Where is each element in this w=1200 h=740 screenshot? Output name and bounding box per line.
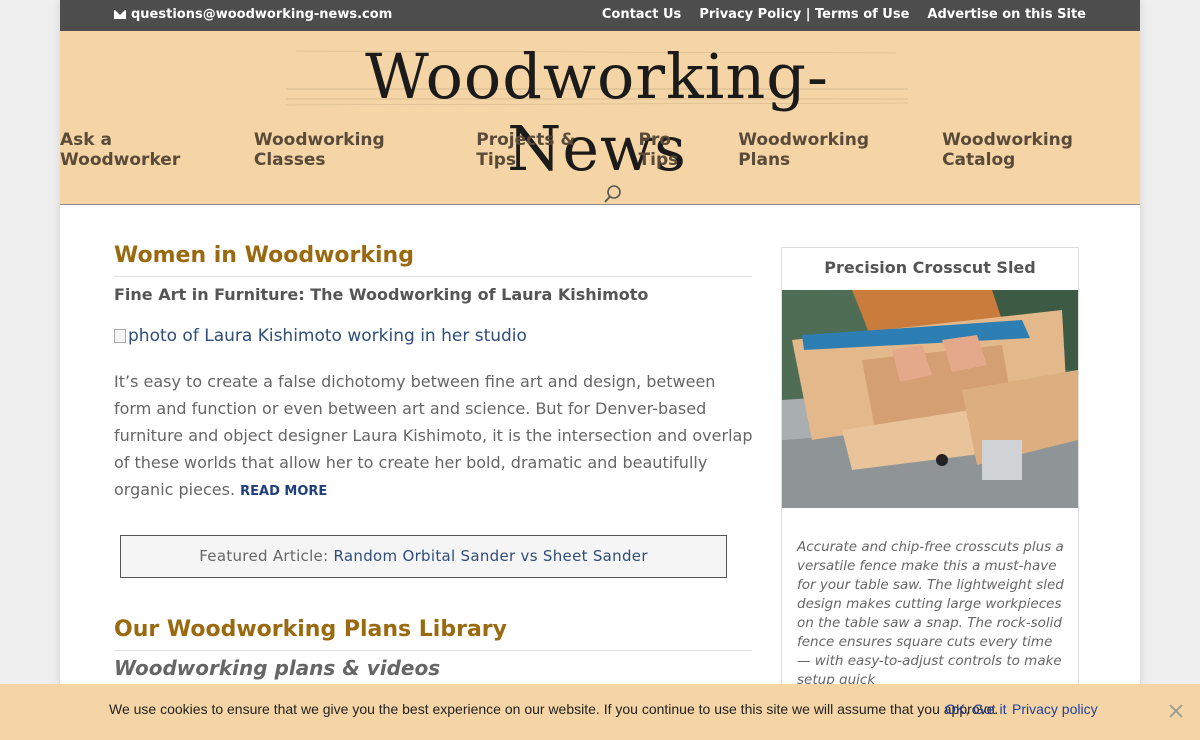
read-more-link[interactable]: READ MORE: [240, 484, 327, 499]
top-links: Contact Us Privacy Policy | Terms of Use…: [602, 7, 1086, 22]
mail-icon: [114, 10, 126, 19]
cookie-privacy-link[interactable]: Privacy policy: [1012, 701, 1098, 717]
plans-subtitle: Woodworking plans & videos: [114, 656, 441, 680]
article-excerpt: It’s easy to create a false dichotomy be…: [114, 368, 754, 505]
privacy-terms-link[interactable]: Privacy Policy | Terms of Use: [699, 7, 909, 22]
nav-projects-tips[interactable]: Projects & Tips: [476, 130, 612, 170]
broken-image-icon: [114, 329, 126, 343]
cookie-message: We use cookies to ensure that we give yo…: [109, 701, 999, 717]
cookie-accept-button[interactable]: OK, Got it: [945, 701, 1006, 717]
nav-pro-tips[interactable]: Pro Tips: [639, 130, 713, 170]
site-logo[interactable]: Woodworking-News: [286, 41, 908, 185]
close-icon[interactable]: [1167, 702, 1185, 720]
featured-article-box: Featured Article: Random Orbital Sander …: [120, 535, 727, 578]
cookie-banner: We use cookies to ensure that we give yo…: [0, 684, 1200, 740]
featured-prefix: Featured Article:: [199, 547, 329, 565]
plans-library-title[interactable]: Our Woodworking Plans Library: [114, 617, 752, 651]
contact-email[interactable]: questions@woodworking-news.com: [114, 7, 392, 22]
site-header: Woodworking-News Ask a Woodworker Woodwo…: [60, 31, 1140, 205]
widget-title[interactable]: Precision Crosscut Sled: [782, 258, 1078, 277]
contact-us-link[interactable]: Contact Us: [602, 7, 681, 22]
page-container: questions@woodworking-news.com Contact U…: [60, 0, 1140, 740]
article-image-link[interactable]: photo of Laura Kishimoto working in her …: [114, 326, 527, 346]
crosscut-sled-image[interactable]: [782, 290, 1078, 508]
image-alt-text[interactable]: photo of Laura Kishimoto working in her …: [128, 326, 527, 346]
nav-ask-a-woodworker[interactable]: Ask a Woodworker: [60, 130, 228, 170]
nav-woodworking-catalog[interactable]: Woodworking Catalog: [942, 130, 1140, 170]
nav-woodworking-plans[interactable]: Woodworking Plans: [738, 130, 916, 170]
crosscut-sled-illustration: [782, 290, 1078, 508]
article-title[interactable]: Fine Art in Furniture: The Woodworking o…: [114, 285, 648, 304]
top-bar: questions@woodworking-news.com Contact U…: [60, 0, 1140, 31]
advertise-link[interactable]: Advertise on this Site: [927, 7, 1086, 22]
excerpt-text: It’s easy to create a false dichotomy be…: [114, 372, 753, 499]
section-title[interactable]: Women in Woodworking: [114, 243, 752, 277]
email-text[interactable]: questions@woodworking-news.com: [131, 7, 392, 22]
main-nav: Ask a Woodworker Woodworking Classes Pro…: [60, 130, 1140, 170]
nav-woodworking-classes[interactable]: Woodworking Classes: [254, 130, 450, 170]
widget-description: Accurate and chip-free crosscuts plus a …: [797, 539, 1064, 688]
featured-article-link[interactable]: Random Orbital Sander vs Sheet Sander: [334, 547, 648, 565]
sidebar-widget: Precision Crosscut Sled Accurate and chi…: [781, 247, 1079, 717]
search-icon[interactable]: [603, 184, 623, 204]
